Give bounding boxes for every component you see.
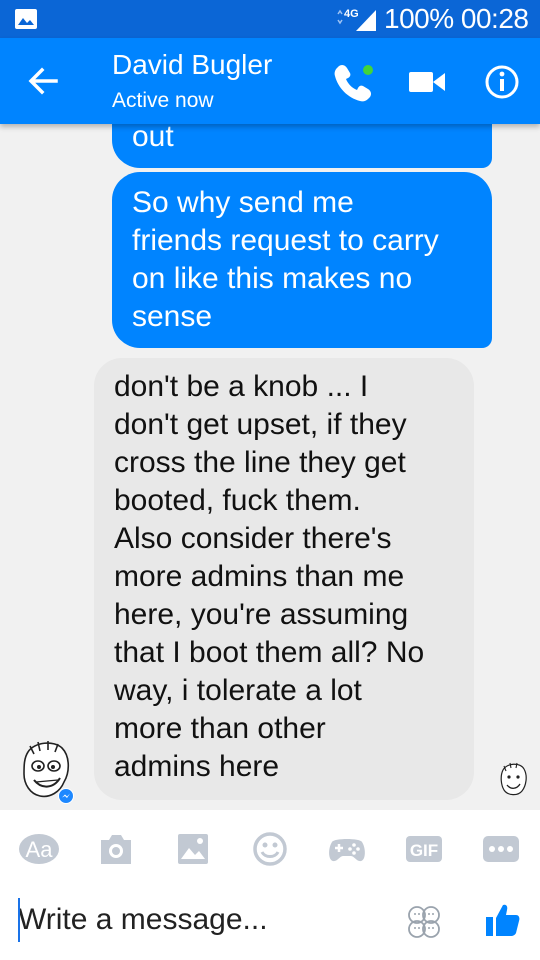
signal-icon: 4G [337, 8, 376, 31]
emoji-icon[interactable] [247, 828, 293, 870]
status-text: 100% 00:28 [384, 1, 529, 37]
outgoing-message[interactable]: So why send me friends request to carry … [112, 172, 492, 348]
contact-name: David Bugler [112, 49, 273, 80]
network-type: 4G [344, 8, 359, 20]
status-bar: 4G 100% 00:28 [0, 0, 540, 38]
message-input[interactable]: Write a message... [18, 896, 378, 944]
info-icon[interactable] [480, 60, 524, 104]
gallery-icon[interactable] [170, 828, 216, 870]
text-style-icon[interactable]: Aa [16, 828, 62, 870]
game-controller-icon[interactable] [324, 828, 370, 870]
thumbs-up-icon[interactable] [482, 900, 522, 940]
text-cursor [18, 898, 20, 942]
battery-level: 100% [384, 3, 454, 34]
contact-status: Active now [112, 89, 214, 112]
clock: 00:28 [460, 3, 529, 34]
video-camera-icon[interactable] [405, 60, 449, 104]
text-style-label: Aa [26, 837, 54, 862]
sticker-icon[interactable] [406, 904, 442, 940]
gif-icon[interactable]: GIF [401, 828, 447, 870]
message-list[interactable]: out So why send me friends request to ca… [0, 124, 540, 810]
more-icon[interactable] [478, 828, 524, 870]
conversation-header: David Bugler Active now [0, 38, 540, 124]
back-arrow-icon[interactable] [26, 64, 60, 98]
phone-icon[interactable] [332, 60, 376, 104]
gallery-notification-icon [15, 9, 37, 29]
camera-icon[interactable] [93, 828, 139, 870]
messenger-badge-icon [58, 788, 74, 804]
outgoing-message[interactable]: out [112, 124, 492, 168]
incoming-message[interactable]: don't be a knob ... I don't get upset, i… [94, 358, 474, 800]
gif-label: GIF [410, 841, 438, 860]
seen-avatar-icon [500, 762, 527, 796]
avatar[interactable] [14, 738, 78, 804]
